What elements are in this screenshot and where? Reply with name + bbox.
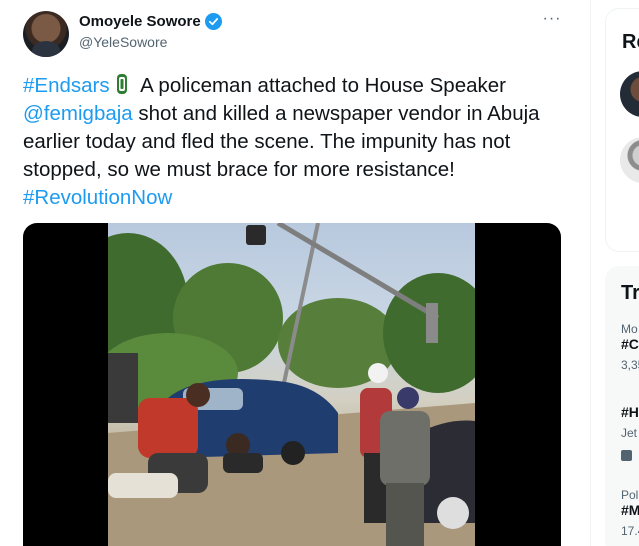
trend-item[interactable]: Mo #C 3,35 — [621, 322, 639, 372]
tweet-page: Omoyele Sowore @YeleSowore ··· #Endsars … — [0, 0, 639, 546]
trends-card: Tr Mo #C 3,35 #H Jet Poli #M 17.4 — [605, 266, 639, 546]
tweet-text-part1: A policeman attached to House Speaker — [135, 74, 506, 97]
relevant-person-avatar[interactable] — [620, 71, 639, 117]
relevant-person-avatar[interactable] — [620, 137, 639, 183]
trend-name: #C — [621, 336, 639, 352]
author-handle[interactable]: @YeleSowore — [79, 34, 167, 50]
more-horizontal-icon[interactable]: ··· — [540, 11, 564, 32]
hashtag-revolutionnow-link[interactable]: #RevolutionNow — [23, 186, 172, 209]
trend-count: 3,35 — [621, 358, 639, 372]
trend-meta: Poli — [621, 488, 639, 502]
trend-count: Jet — [621, 426, 638, 440]
author-avatar[interactable] — [23, 11, 69, 57]
relevant-people-heading: Re — [622, 31, 639, 53]
author-display-name[interactable]: Omoyele Sowore — [79, 13, 201, 30]
relevant-people-card: Re — [605, 8, 639, 252]
trend-name: #H — [621, 404, 639, 420]
right-sidebar: Re Tr Mo #C 3,35 #H Jet Poli #M 17.4 — [605, 0, 639, 546]
trend-item[interactable]: Poli #M 17.4 — [621, 488, 639, 538]
tweet-text: #Endsars A policeman attached to House S… — [23, 72, 573, 212]
author-name-row[interactable]: Omoyele Sowore — [79, 13, 222, 30]
mention-femigbaja-link[interactable]: @femigbaja — [23, 102, 133, 125]
verified-badge-icon — [204, 13, 222, 30]
tweet-detail: Omoyele Sowore @YeleSowore ··· #Endsars … — [0, 0, 591, 546]
trend-name: #M — [621, 502, 639, 518]
hashtag-endsars-link[interactable]: #Endsars — [23, 74, 110, 97]
tweet-video[interactable] — [23, 223, 561, 546]
trend-count: 17.4 — [621, 524, 639, 538]
trend-item[interactable]: #H Jet — [621, 404, 639, 440]
nigeria-flag-emoji — [112, 73, 132, 95]
trends-heading: Tr — [621, 282, 639, 304]
trend-meta: Mo — [621, 322, 638, 336]
video-frame[interactable] — [108, 223, 475, 546]
video-scene-image — [108, 223, 475, 546]
promoted-icon — [621, 450, 632, 461]
